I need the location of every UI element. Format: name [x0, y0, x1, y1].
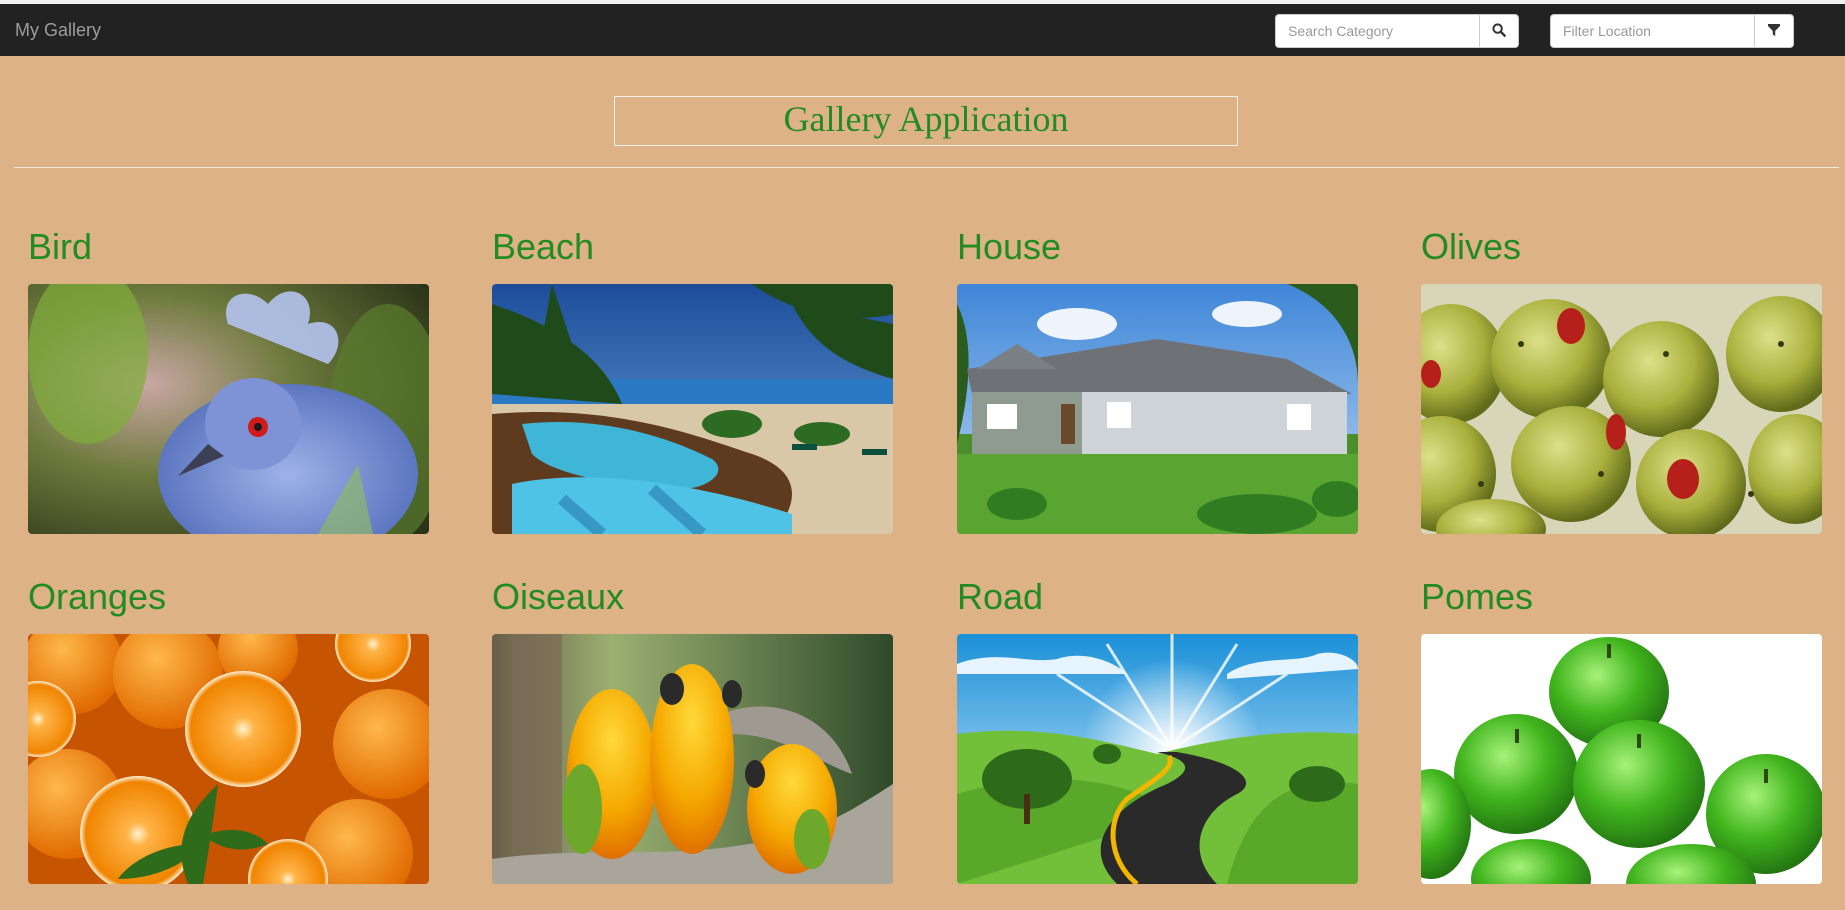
category-search-form: [1275, 14, 1519, 48]
navbar: My Gallery: [0, 4, 1845, 56]
filter-location-input[interactable]: [1550, 14, 1754, 48]
gallery-card-title[interactable]: Bird: [28, 227, 429, 267]
gallery-card-title[interactable]: Road: [957, 577, 1358, 617]
gallery-card-beach[interactable]: Beach: [492, 227, 893, 534]
gallery-card-oiseaux[interactable]: Oiseaux: [492, 577, 893, 884]
gallery-image-beach[interactable]: [492, 284, 893, 534]
gallery-card-title[interactable]: Pomes: [1421, 577, 1822, 617]
gallery-image-bird[interactable]: [28, 284, 429, 534]
location-filter-form: [1550, 14, 1794, 48]
brand-link[interactable]: My Gallery: [15, 20, 101, 40]
gallery-image-house[interactable]: [957, 284, 1358, 534]
search-icon: [1492, 22, 1506, 40]
gallery-image-pomes[interactable]: [1421, 634, 1822, 884]
filter-button[interactable]: [1754, 14, 1794, 48]
gallery-image-olives[interactable]: [1421, 284, 1822, 534]
gallery-card-title[interactable]: Oranges: [28, 577, 429, 617]
heading-box: Gallery Application: [614, 96, 1238, 146]
search-button[interactable]: [1479, 14, 1519, 48]
gallery-image-road[interactable]: [957, 634, 1358, 884]
search-category-input[interactable]: [1275, 14, 1479, 48]
gallery-card-olives[interactable]: Olives: [1421, 227, 1822, 534]
gallery-card-bird[interactable]: Bird: [28, 227, 429, 534]
gallery-card-title[interactable]: Beach: [492, 227, 893, 267]
page-title: Gallery Application: [783, 99, 1069, 139]
gallery-image-oiseaux[interactable]: [492, 634, 893, 884]
gallery-card-road[interactable]: Road: [957, 577, 1358, 884]
gallery-card-pomes[interactable]: Pomes: [1421, 577, 1822, 884]
filter-icon: [1767, 23, 1781, 40]
divider: [14, 167, 1839, 168]
gallery-card-title[interactable]: House: [957, 227, 1358, 267]
gallery-image-oranges[interactable]: [28, 634, 429, 884]
gallery-card-title[interactable]: Oiseaux: [492, 577, 893, 617]
gallery-card-oranges[interactable]: Oranges: [28, 577, 429, 884]
gallery-card-title[interactable]: Olives: [1421, 227, 1822, 267]
gallery-card-house[interactable]: House: [957, 227, 1358, 534]
